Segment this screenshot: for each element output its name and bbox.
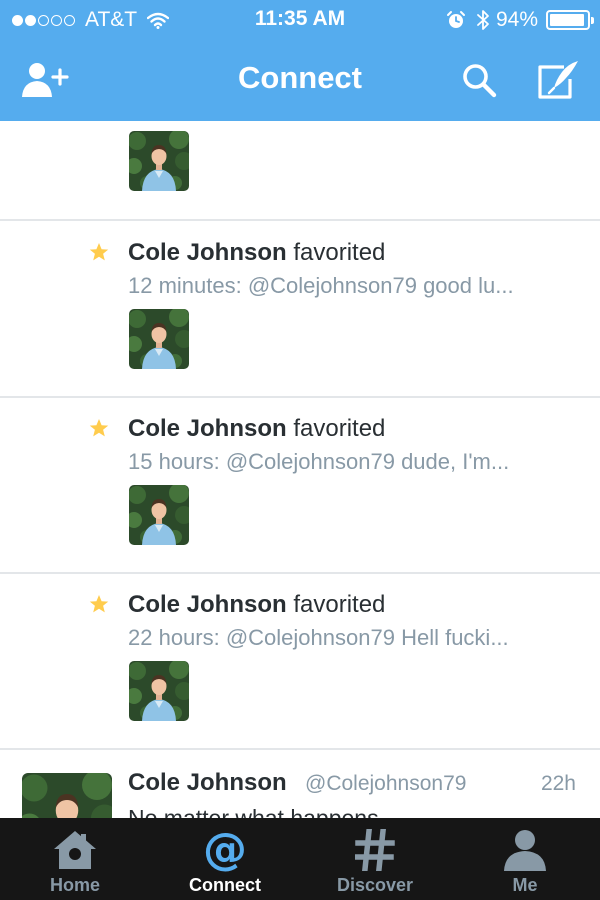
tab-label: Connect <box>189 875 261 895</box>
user-avatar[interactable] <box>129 485 189 545</box>
battery-icon <box>546 10 594 30</box>
tweet-text: No matter what happens <box>128 805 379 818</box>
activity-row[interactable]: Cole Johnson favorited 12 minutes: @Cole… <box>0 221 600 398</box>
user-avatar[interactable] <box>129 661 189 721</box>
navigation-bar: Connect <box>0 40 600 121</box>
person-icon <box>504 830 546 871</box>
tab-discover[interactable]: Discover <box>300 818 450 900</box>
page-title: Connect <box>238 60 362 95</box>
at-icon: @ <box>203 828 247 872</box>
alarm-icon <box>446 11 465 28</box>
search-button[interactable] <box>454 58 504 102</box>
user-avatar[interactable] <box>129 309 189 369</box>
battery-percentage: 94% <box>495 8 538 31</box>
tab-connect[interactable]: @ Connect <box>150 818 300 900</box>
activity-summary: 22 hours: @Colejohnson79 Hell fucki... <box>128 625 509 650</box>
tweet-author-name[interactable]: Cole Johnson <box>128 769 287 797</box>
activity-summary: 12 minutes: @Colejohnson79 good lu... <box>128 273 514 298</box>
search-icon <box>463 64 497 98</box>
tab-label: Me <box>512 875 538 895</box>
tweet-author-avatar[interactable] <box>22 773 112 818</box>
home-icon <box>54 831 96 869</box>
activity-user-name[interactable]: Cole Johnson <box>128 239 287 266</box>
activity-title: Cole Johnson favorited <box>128 239 385 267</box>
tab-bar: Home @ Connect Discover Me <box>0 818 600 900</box>
favorited-tweet-thumbnail[interactable] <box>129 131 189 191</box>
tab-label: Discover <box>336 875 414 895</box>
activity-action: favorited <box>293 591 386 618</box>
battery-fill <box>550 14 584 26</box>
activity-action: favorited <box>293 415 386 442</box>
activity-summary: 15 hours: @Colejohnson79 dude, I'm... <box>128 449 510 474</box>
activity-row[interactable]: Cole Johnson favorited 22 hours: @Colejo… <box>0 573 600 750</box>
activity-title: Cole Johnson favorited <box>128 415 385 443</box>
star-icon <box>89 418 109 438</box>
compose-icon <box>538 61 578 99</box>
activity-user-name[interactable]: Cole Johnson <box>128 415 287 442</box>
hashtag-icon <box>355 829 395 871</box>
activity-action: favorited <box>293 239 386 266</box>
tweet-author-handle: @Colejohnson79 <box>305 772 467 795</box>
star-icon <box>89 594 109 614</box>
activity-row[interactable]: Cole Johnson favorited 15 hours: @Colejo… <box>0 397 600 574</box>
activity-feed[interactable]: Cole Johnson favorited 12 minutes: @Cole… <box>0 121 600 818</box>
bluetooth-icon <box>477 10 489 30</box>
tweet-row[interactable]: Cole Johnson @Colejohnson79 22h No matte… <box>0 749 600 818</box>
activity-user-name[interactable]: Cole Johnson <box>128 591 287 618</box>
activity-row[interactable] <box>0 121 600 221</box>
top-header: AT&T 11:35 AM 94% Connect <box>0 0 600 121</box>
tab-home[interactable]: Home <box>0 818 150 900</box>
tab-label: Home <box>49 875 100 895</box>
activity-title: Cole Johnson favorited <box>128 591 385 619</box>
compose-button[interactable] <box>532 58 582 102</box>
star-icon <box>89 242 109 262</box>
status-right: 94% <box>446 7 594 33</box>
tab-me[interactable]: Me <box>450 818 600 900</box>
tweet-timestamp: 22h <box>540 772 576 795</box>
svg-text:@: @ <box>203 828 247 872</box>
status-bar: AT&T 11:35 AM 94% <box>0 0 600 40</box>
